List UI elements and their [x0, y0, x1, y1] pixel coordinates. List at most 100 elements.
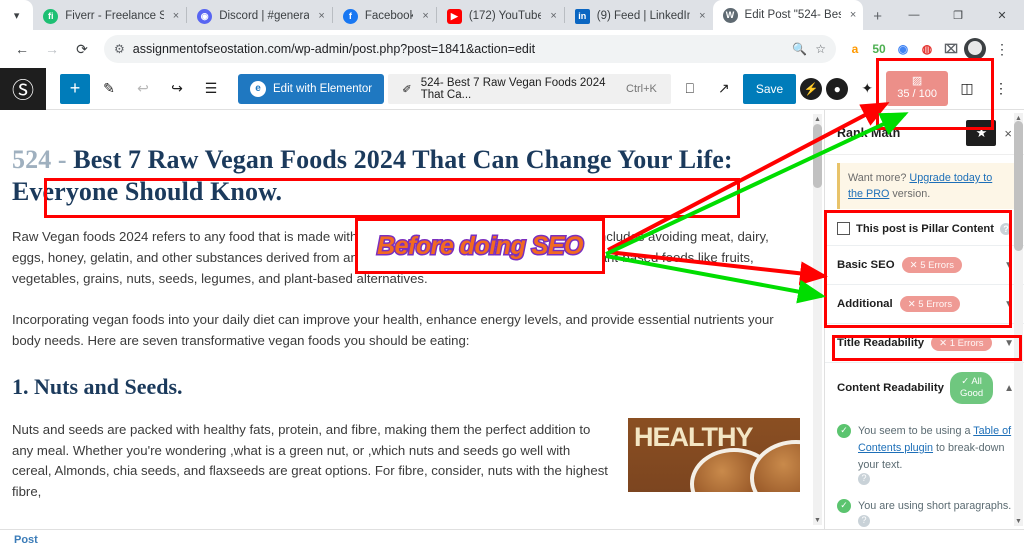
browser-tab[interactable]: in (9) Feed | LinkedIn × [565, 2, 713, 30]
pillar-content-checkbox[interactable] [837, 222, 850, 236]
accordion-content-readability[interactable]: Content Readability ✓ All Good ▲ [825, 362, 1024, 413]
tab-close-icon[interactable]: × [422, 10, 428, 22]
plugin-icon[interactable]: ● [826, 77, 849, 100]
help-icon[interactable]: ? [858, 515, 870, 528]
save-button[interactable]: Save [742, 73, 797, 104]
seo-score-badge[interactable]: ▨ 35 / 100 [886, 71, 948, 106]
edit-with-elementor-button[interactable]: e Edit with Elementor [238, 73, 385, 104]
check-text: You are using short paragraphs. ? [858, 500, 1012, 528]
accordion-title-readability[interactable]: Title Readability ✕ 1 Errors ▼ [825, 323, 1024, 362]
tab-close-icon[interactable]: × [850, 9, 856, 21]
post-canvas[interactable]: 524 - Best 7 Raw Vegan Foods 2024 That C… [0, 110, 824, 529]
browser-tab-bar: ▾ fi Fiverr - Freelance S × ◉ Discord | … [0, 0, 1024, 30]
pillar-content-row[interactable]: This post is Pillar Content ? [837, 222, 1014, 236]
document-overview-icon[interactable]: ☰ [196, 74, 226, 104]
kebab-menu-icon[interactable]: ⋮ [986, 74, 1016, 104]
kebab-menu-icon[interactable]: ⋮ [988, 35, 1016, 63]
chevron-up-icon[interactable]: ▲ [1004, 382, 1014, 395]
forward-icon[interactable]: → [38, 35, 66, 63]
post-title-text: Best 7 Raw Vegan Foods 2024 That Can Cha… [12, 145, 733, 206]
post-paragraph[interactable]: Raw Vegan foods 2024 refers to any food … [12, 227, 800, 290]
browser-tab[interactable]: ◉ Discord | #general × [187, 2, 332, 30]
healthy-nuts-image[interactable]: HEALTHY [628, 417, 800, 492]
check-icon: ✓ [837, 499, 851, 514]
help-icon[interactable]: ? [858, 473, 870, 486]
chevron-down-icon[interactable]: ▼ [1004, 299, 1014, 310]
seo-score-value: 35 / 100 [897, 88, 937, 100]
accordion-additional[interactable]: Additional ✕ 5 Errors ▼ [825, 284, 1024, 323]
scrollbar-thumb[interactable] [813, 124, 822, 188]
clipboard-extension-icon[interactable]: ⌧ [940, 37, 962, 61]
post-section-row: Nuts and seeds are packed with healthy f… [12, 400, 800, 503]
seo-extension-icon[interactable]: 50 [868, 37, 890, 61]
star-icon[interactable]: ☆ [815, 42, 826, 56]
tab-title: Edit Post "524- Bes [744, 9, 841, 21]
desktop-icon[interactable]: ⎕ [675, 74, 705, 104]
post-paragraph[interactable]: Incorporating vegan foods into your dail… [12, 310, 800, 352]
chevron-down-icon[interactable]: ▼ [1004, 260, 1014, 271]
tab-close-icon[interactable]: × [318, 10, 324, 22]
linkedin-icon: in [574, 8, 590, 24]
address-bar-url: assignmentofseostation.com/wp-admin/post… [132, 42, 536, 56]
add-block-button[interactable]: + [60, 73, 90, 104]
amazon-extension-icon[interactable]: a [844, 37, 866, 61]
accordion-basic-seo[interactable]: Basic SEO ✕ 5 Errors ▼ [825, 245, 1024, 284]
chevron-down-icon[interactable]: ▼ [1004, 338, 1014, 349]
star-badge-icon[interactable]: ★ [966, 120, 997, 146]
tab-close-icon[interactable]: × [173, 10, 179, 22]
screen-root: ▾ fi Fiverr - Freelance S × ◉ Discord | … [0, 0, 1024, 549]
window-close-button[interactable]: ✕ [980, 0, 1024, 30]
scrollbar-thumb[interactable] [1014, 121, 1023, 251]
accordion-label: Title Readability [837, 337, 925, 350]
redo-icon[interactable]: ↪ [162, 74, 192, 104]
tab-close-icon[interactable]: × [550, 10, 556, 22]
post-heading[interactable]: 1. Nuts and Seeds. [12, 374, 800, 400]
browser-tab[interactable]: f Facebook × [333, 2, 436, 30]
document-shortcut: Ctrl+K [626, 82, 657, 95]
tab-close-icon[interactable]: × [699, 10, 705, 22]
new-tab-button[interactable]: + [863, 8, 892, 25]
page-title[interactable]: 524 - Best 7 Raw Vegan Foods 2024 That C… [12, 144, 800, 207]
settings-panel-icon[interactable]: ◫ [952, 74, 982, 104]
globe-extension-icon[interactable]: ◉ [892, 37, 914, 61]
reload-icon[interactable]: ⟳ [68, 35, 96, 63]
list-item: ✓ You are using short paragraphs. ? [837, 498, 1014, 528]
undo-icon[interactable]: ↩ [128, 74, 158, 104]
edit-pencil-icon[interactable]: ✎ [94, 74, 124, 104]
back-icon[interactable]: ← [8, 35, 36, 63]
sparkles-icon[interactable]: ✦ [852, 74, 882, 104]
wordpress-toolbar: Ⓢ + ✎ ↩ ↪ ☰ e Edit with Elementor ✐ 524-… [0, 67, 1024, 110]
breadcrumb[interactable]: Post [14, 534, 38, 546]
window-minimize-button[interactable]: — [892, 0, 936, 30]
scroll-down-icon[interactable]: ▼ [813, 515, 822, 525]
pillar-content-label: This post is Pillar Content [856, 222, 994, 235]
scroll-down-icon[interactable]: ▼ [1014, 516, 1023, 526]
tune-icon[interactable]: ⚙ [114, 42, 125, 56]
jetpack-icon[interactable]: ⚡ [800, 77, 823, 100]
document-title-bar[interactable]: ✐ 524- Best 7 Raw Vegan Foods 2024 That … [388, 73, 671, 104]
tab-title: (9) Feed | LinkedIn [596, 10, 691, 22]
wordpress-logo-icon[interactable]: Ⓢ [0, 67, 46, 110]
tab-title: (172) YouTube [468, 10, 542, 22]
elementor-icon: e [250, 80, 266, 97]
discord-icon: ◉ [197, 8, 213, 24]
canvas-scrollbar[interactable]: ▲ ▼ [813, 114, 822, 525]
zoom-out-icon[interactable]: 🔍 [792, 42, 807, 56]
help-icon[interactable]: ? [1000, 222, 1012, 235]
tab-search-chevron-icon[interactable]: ▾ [0, 0, 34, 30]
upgrade-prefix: Want more? [848, 172, 907, 184]
external-link-icon[interactable]: ↗ [709, 74, 739, 104]
browser-tab-active[interactable]: W Edit Post "524- Bes × [712, 0, 864, 30]
window-controls: — ❐ ✕ [892, 0, 1024, 30]
target-extension-icon[interactable]: ◍ [916, 37, 938, 61]
post-paragraph[interactable]: Nuts and seeds are packed with healthy f… [12, 420, 612, 503]
close-icon[interactable]: × [1002, 126, 1014, 141]
check-icon: ✓ [837, 424, 851, 439]
browser-tab[interactable]: fi Fiverr - Freelance S × [33, 2, 186, 30]
window-maximize-button[interactable]: ❐ [936, 0, 980, 30]
sidebar-scrollbar[interactable]: ▲ ▼ [1014, 113, 1023, 526]
scroll-up-icon[interactable]: ▲ [813, 114, 822, 124]
address-bar[interactable]: ⚙ assignmentofseostation.com/wp-admin/po… [104, 35, 836, 63]
browser-tab[interactable]: ▶ (172) YouTube × [437, 2, 564, 30]
avatar[interactable] [964, 38, 986, 60]
